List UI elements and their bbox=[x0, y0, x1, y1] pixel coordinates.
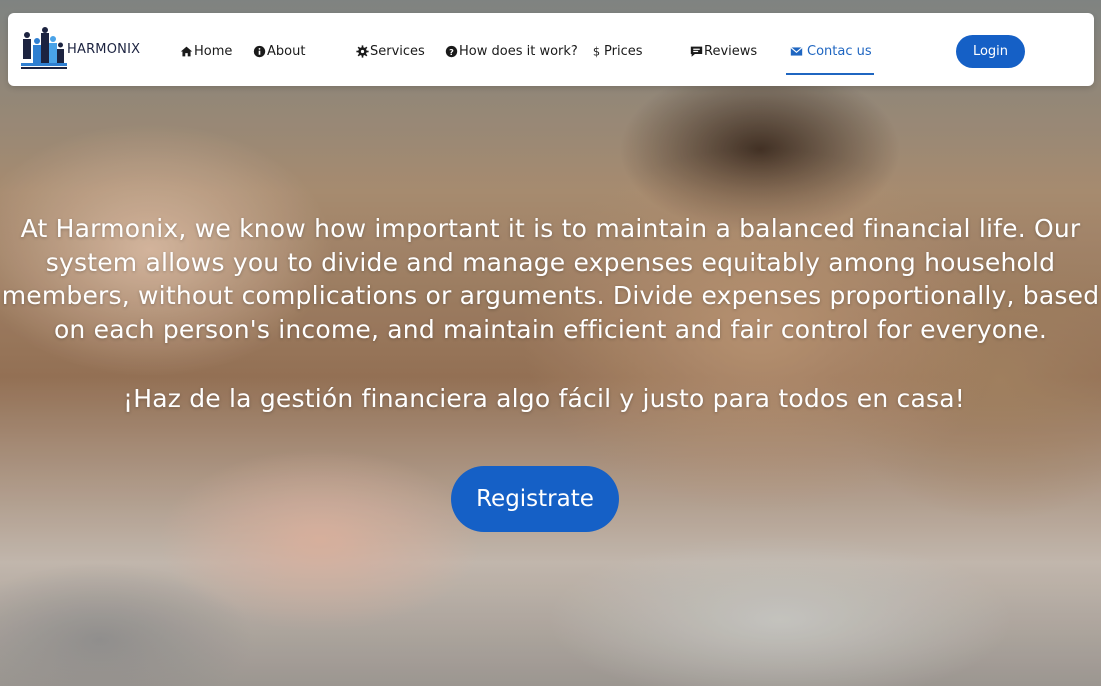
home-icon bbox=[180, 46, 193, 56]
gear-icon bbox=[356, 44, 369, 58]
question-icon: ? bbox=[445, 45, 458, 57]
family-logo-icon bbox=[21, 27, 67, 69]
mail-icon bbox=[790, 46, 803, 56]
svg-text:$: $ bbox=[593, 45, 600, 58]
dollar-icon: $ bbox=[593, 45, 600, 58]
nav-how-it-works-label: How does it work? bbox=[459, 43, 578, 59]
nav-prices-label: Prices bbox=[604, 43, 643, 59]
nav-how-it-works[interactable]: ? How does it work? bbox=[445, 42, 578, 60]
info-icon bbox=[253, 45, 266, 57]
brand-name: HARMONIX bbox=[67, 41, 141, 57]
nav-contact-label: Contac us bbox=[807, 43, 872, 59]
svg-text:?: ? bbox=[449, 46, 454, 56]
register-button[interactable]: Registrate bbox=[451, 466, 619, 532]
nav-contact[interactable]: Contac us bbox=[790, 42, 872, 60]
navbar: HARMONIX Home About Services ? How does … bbox=[8, 13, 1094, 86]
nav-about[interactable]: About bbox=[253, 42, 305, 60]
nav-reviews[interactable]: Reviews bbox=[690, 42, 757, 60]
review-icon bbox=[690, 46, 703, 57]
nav-prices[interactable]: $ Prices bbox=[590, 42, 643, 60]
hero-description: At Harmonix, we know how important it is… bbox=[1, 214, 1100, 344]
login-button[interactable]: Login bbox=[956, 35, 1025, 68]
nav-services[interactable]: Services bbox=[356, 42, 425, 60]
nav-services-label: Services bbox=[370, 43, 425, 59]
nav-home[interactable]: Home bbox=[180, 42, 232, 60]
brand[interactable]: HARMONIX bbox=[21, 27, 140, 71]
nav-reviews-label: Reviews bbox=[704, 43, 758, 59]
nav-about-label: About bbox=[267, 43, 306, 59]
nav-home-label: Home bbox=[194, 43, 233, 59]
hero-subtitle: ¡Haz de la gestión financiera algo fácil… bbox=[123, 384, 965, 413]
active-link-underline bbox=[786, 73, 874, 75]
